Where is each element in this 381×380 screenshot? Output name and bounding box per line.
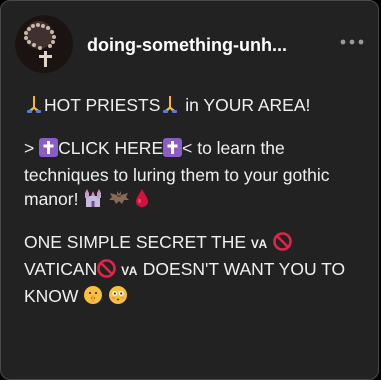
va-label: VA bbox=[250, 237, 268, 251]
post-paragraph-2: > CLICK HERE < to learn the techniques t… bbox=[24, 136, 364, 214]
prohibited-icon bbox=[97, 259, 117, 284]
va-label: VA bbox=[121, 264, 138, 278]
in-your-area-text: in YOUR AREA! bbox=[180, 95, 311, 115]
praying-hands-icon bbox=[160, 94, 180, 120]
blood-drop-icon bbox=[135, 188, 149, 214]
arrow-right-text: > bbox=[24, 138, 40, 158]
latin-cross-icon bbox=[39, 138, 59, 163]
one-simple-secret-text: ONE SIMPLE SECRET THE bbox=[24, 232, 251, 252]
post-paragraph-1: HOT PRIESTS in YOUR AREA! bbox=[24, 93, 364, 120]
shushing-face-icon bbox=[83, 285, 103, 311]
flushed-face-icon bbox=[108, 285, 128, 311]
castle-icon bbox=[83, 188, 103, 214]
post-header: doing-something-unh... bbox=[15, 15, 365, 75]
hot-priests-text: HOT PRIESTS bbox=[44, 95, 161, 115]
bat-icon bbox=[108, 188, 130, 214]
more-options-button[interactable] bbox=[339, 29, 365, 55]
prohibited-icon bbox=[272, 232, 292, 257]
praying-hands-icon bbox=[24, 94, 44, 120]
avatar[interactable] bbox=[15, 15, 73, 73]
post-body: HOT PRIESTS in YOUR AREA! > CLICK HERE <… bbox=[24, 93, 364, 327]
latin-cross-icon bbox=[163, 138, 183, 163]
rosary-icon bbox=[15, 15, 73, 73]
more-horizontal-icon bbox=[340, 39, 364, 45]
post-author[interactable]: doing-something-unh... bbox=[87, 35, 287, 56]
click-here-text: CLICK HERE bbox=[58, 138, 164, 158]
post-paragraph-3: ONE SIMPLE SECRET THE VA VATICAN VA DOES… bbox=[24, 230, 364, 311]
vatican-text: VATICAN bbox=[24, 259, 98, 279]
post-card: doing-something-unh... HOT PRIESTS in YO… bbox=[0, 0, 379, 380]
